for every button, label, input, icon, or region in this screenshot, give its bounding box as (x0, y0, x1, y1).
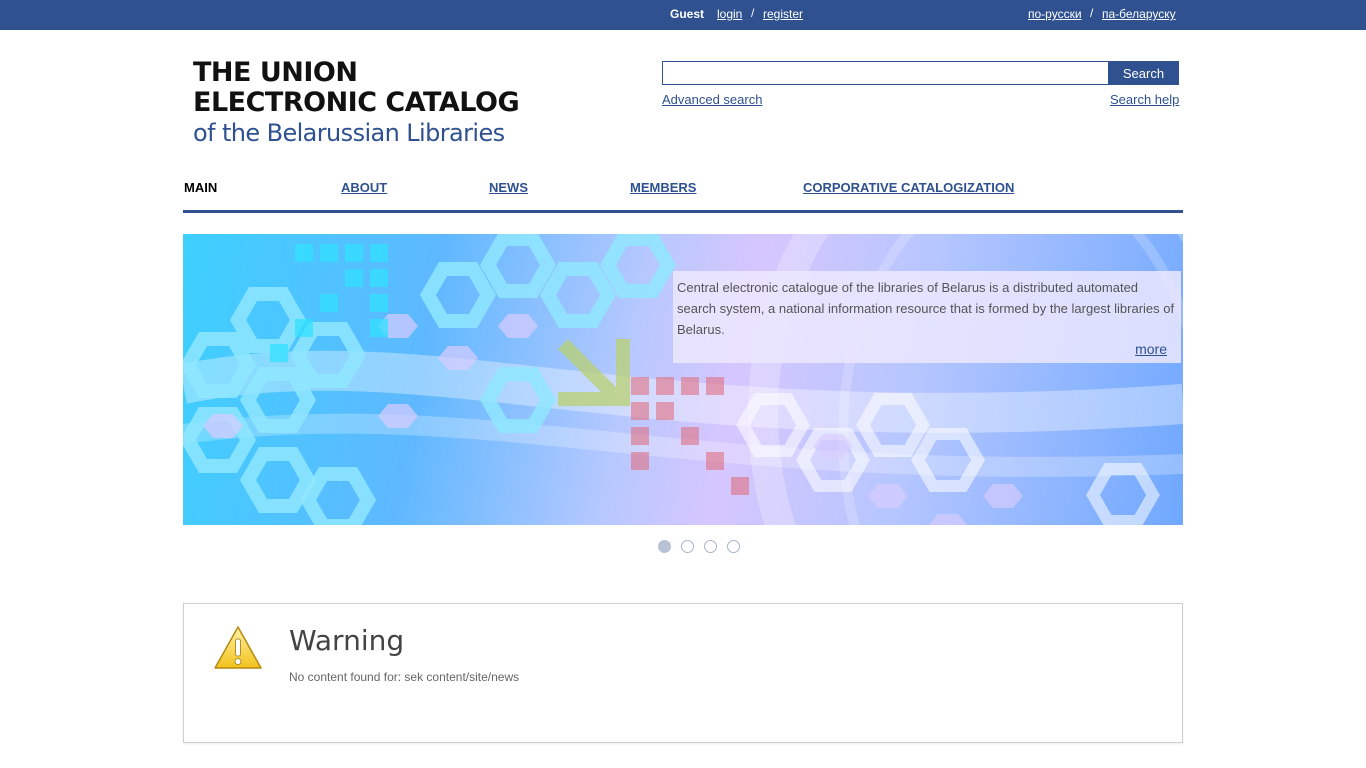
warning-panel: Warning No content found for: sek conten… (183, 603, 1183, 743)
register-link[interactable]: register (763, 7, 803, 21)
nav-main[interactable]: MAIN (184, 180, 217, 195)
banner-text: Central electronic catalogue of the libr… (677, 280, 1175, 337)
top-bar: Guest login / register по-русски / па-бе… (0, 0, 1366, 30)
logo-line-2: ELECTRONIC CATALOG (193, 87, 520, 118)
nav-divider (183, 210, 1183, 213)
banner-slider: Central electronic catalogue of the libr… (183, 234, 1183, 525)
lang-russian-link[interactable]: по-русски (1028, 7, 1082, 21)
search-button[interactable]: Search (1108, 61, 1179, 85)
separator: / (751, 6, 755, 20)
logo-line-1: THE UNION (193, 57, 358, 88)
nav-news[interactable]: NEWS (489, 180, 528, 195)
banner-more-link[interactable]: more (1135, 341, 1167, 357)
nav-about[interactable]: ABOUT (341, 180, 387, 195)
guest-label: Guest (670, 7, 705, 21)
search-help-link[interactable]: Search help (1110, 92, 1179, 107)
nav-members[interactable]: MEMBERS (630, 180, 696, 195)
site-logo[interactable]: THE UNION ELECTRONIC CATALOG of the Bela… (193, 57, 520, 148)
slider-dot-2[interactable] (681, 540, 694, 553)
logo-line-3: of the Belarussian Libraries (193, 119, 505, 147)
advanced-search-link[interactable]: Advanced search (662, 92, 762, 107)
search-input[interactable] (662, 61, 1109, 85)
slider-dot-3[interactable] (704, 540, 717, 553)
nav-corporative-catalogization[interactable]: CORPORATIVE CATALOGIZATION (803, 180, 1014, 195)
warning-title: Warning (289, 624, 405, 657)
banner-caption: Central electronic catalogue of the libr… (673, 271, 1181, 363)
slider-dot-4[interactable] (727, 540, 740, 553)
slider-dot-1[interactable] (658, 540, 671, 553)
warning-message: No content found for: sek content/site/n… (289, 670, 520, 684)
warning-icon (214, 626, 262, 669)
login-link[interactable]: login (717, 7, 742, 21)
lang-belarusian-link[interactable]: па-беларуску (1102, 7, 1176, 21)
separator: / (1090, 6, 1094, 20)
